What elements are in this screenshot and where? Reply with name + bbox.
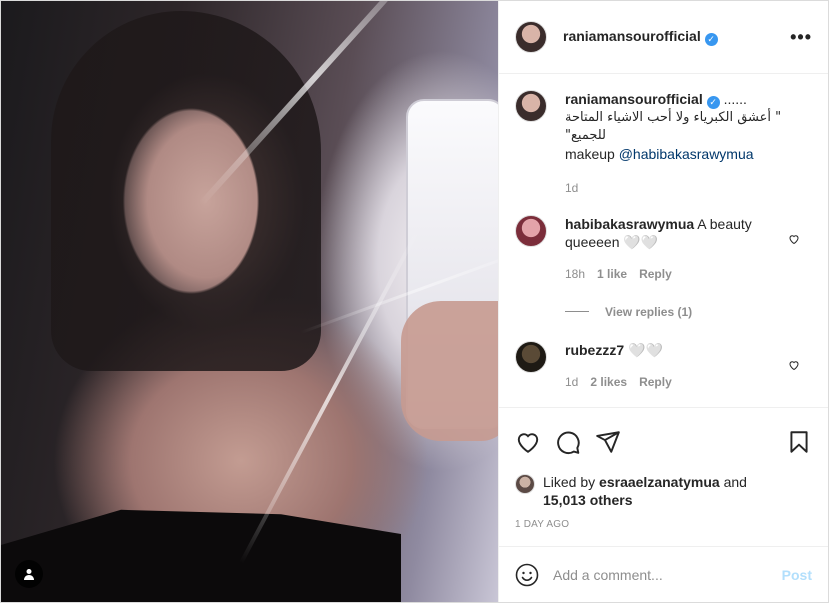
caption-dots: ...... xyxy=(723,91,747,107)
liked-by-prefix: Liked by xyxy=(543,474,596,490)
comment-time[interactable]: 1d xyxy=(565,373,578,391)
author-avatar[interactable] xyxy=(515,90,547,122)
commenter-avatar[interactable] xyxy=(515,340,547,373)
replies-divider xyxy=(565,311,589,312)
likes-count-link[interactable]: 15,013 others xyxy=(543,492,633,508)
tagged-users-button[interactable] xyxy=(15,560,43,588)
author-username[interactable]: raniamansourofficial ✓ xyxy=(563,28,718,46)
share-paper-plane-icon[interactable] xyxy=(595,429,621,455)
comment-username[interactable]: rubezzz7 xyxy=(565,342,624,358)
comment-input[interactable] xyxy=(553,566,782,583)
comment-likes[interactable]: 2 likes xyxy=(590,373,627,391)
post-side-panel: raniamansourofficial ✓ ••• raniamansourof… xyxy=(498,1,828,602)
comment-item: habibakasrawymua A beauty queeeen 🤍🤍 18h… xyxy=(515,214,812,283)
save-bookmark-icon[interactable] xyxy=(786,429,812,455)
posted-time[interactable]: 1 DAY AGO xyxy=(499,519,828,530)
comments-list[interactable]: raniamansourofficial ✓ ...... " أعشق الكب… xyxy=(499,74,828,407)
action-bar xyxy=(499,407,828,467)
author-avatar[interactable] xyxy=(515,21,547,53)
caption-makeup-label: makeup xyxy=(565,145,615,162)
caption-mention-link[interactable]: @habibakasrawymua xyxy=(619,146,754,162)
like-heart-icon[interactable] xyxy=(515,429,541,455)
like-comment-heart-icon[interactable] xyxy=(788,233,800,245)
comment-bubble-icon[interactable] xyxy=(555,429,581,455)
person-icon xyxy=(24,569,34,580)
comment-username[interactable]: habibakasrawymua xyxy=(565,216,694,232)
emoji-smiley-icon[interactable] xyxy=(515,563,539,587)
photo-hand xyxy=(401,301,498,441)
commenter-avatar[interactable] xyxy=(515,214,547,247)
caption-arabic-text: " أعشق الكبرياء ولا أحب الاشياء المتاحة … xyxy=(565,109,782,143)
view-replies-label: View replies (1) xyxy=(605,304,693,319)
comment-reply-button[interactable]: Reply xyxy=(639,265,672,283)
comment-reply-button[interactable]: Reply xyxy=(639,373,672,391)
post-photo[interactable] xyxy=(1,1,498,602)
verified-badge-icon: ✓ xyxy=(704,33,718,46)
verified-badge-icon: ✓ xyxy=(706,95,720,109)
photo-subject-hair xyxy=(51,11,321,371)
caption-time[interactable]: 1d xyxy=(565,179,578,197)
comment-text: 🤍🤍 xyxy=(628,341,663,358)
liked-by-and: and xyxy=(723,474,747,490)
likes-summary: Liked by esraaelzanatymua and 15,013 oth… xyxy=(499,473,828,509)
comment-item: walaarayan ♥♥♥♥♥♥ xyxy=(515,406,812,407)
liker-avatar[interactable] xyxy=(515,474,535,494)
post-header: raniamansourofficial ✓ ••• xyxy=(499,1,828,74)
comment-time[interactable]: 18h xyxy=(565,265,585,283)
more-options-icon[interactable]: ••• xyxy=(790,27,812,48)
add-comment-bar: Post xyxy=(499,546,828,602)
caption: raniamansourofficial ✓ ...... " أعشق الكب… xyxy=(515,90,812,197)
post-container: raniamansourofficial ✓ ••• raniamansourof… xyxy=(0,0,829,603)
comment-likes[interactable]: 1 like xyxy=(597,265,627,283)
view-replies-button[interactable]: View replies (1) xyxy=(565,305,812,319)
comment-item: rubezzz7 🤍🤍 1d 2 likes Reply xyxy=(515,340,812,391)
caption-username[interactable]: raniamansourofficial xyxy=(565,91,703,107)
commenter-avatar[interactable] xyxy=(515,406,547,407)
liker-username[interactable]: esraaelzanatymua xyxy=(599,474,720,490)
post-comment-button[interactable]: Post xyxy=(782,567,812,583)
like-comment-heart-icon[interactable] xyxy=(788,359,800,371)
